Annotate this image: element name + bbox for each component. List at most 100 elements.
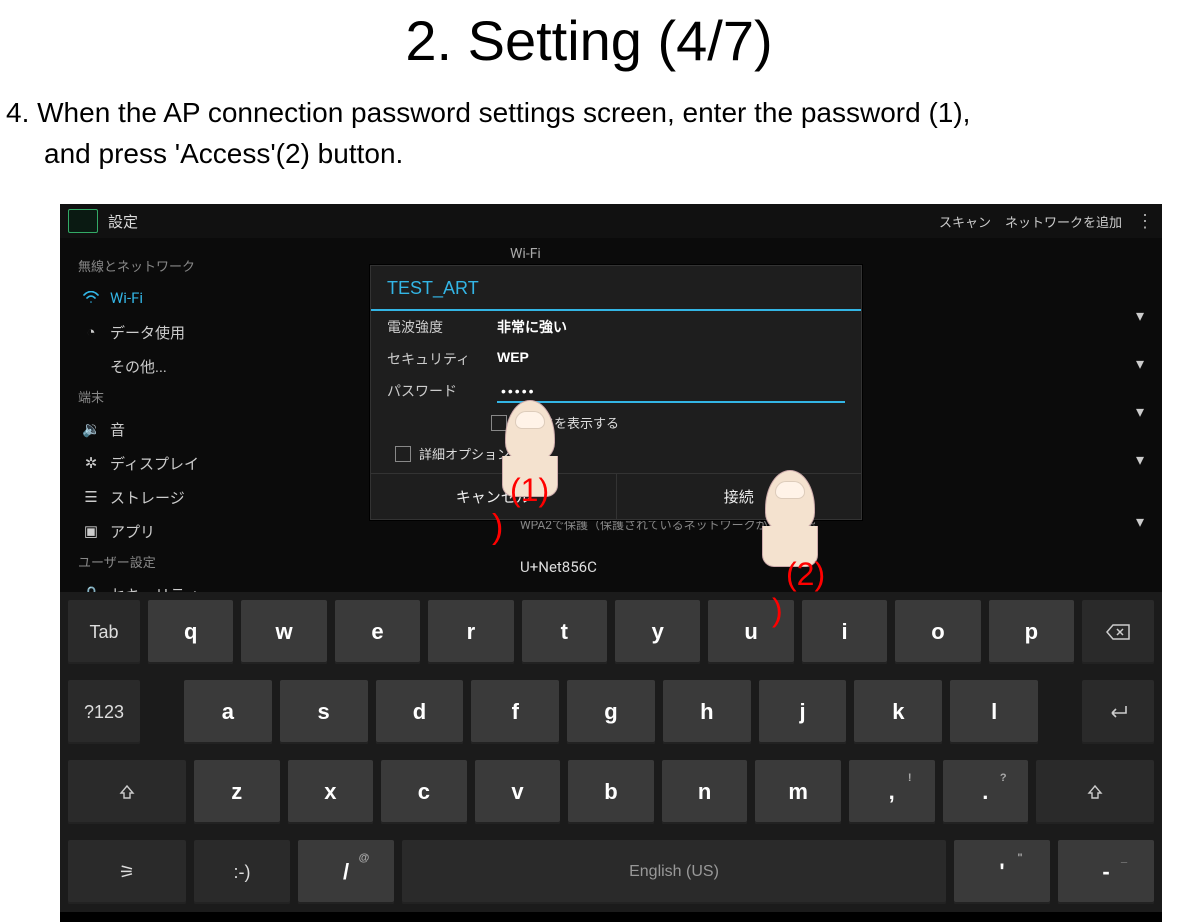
key-m[interactable]: m: [755, 760, 841, 824]
key-emoji[interactable]: :-): [194, 840, 290, 904]
globe-icon: ⚞: [119, 862, 135, 883]
key-r[interactable]: r: [428, 600, 513, 664]
key-j[interactable]: j: [759, 680, 847, 744]
key-symbols[interactable]: ?123: [68, 680, 140, 744]
key-h[interactable]: h: [663, 680, 751, 744]
sound-icon: 🔉: [82, 420, 100, 438]
key-e[interactable]: e: [335, 600, 420, 664]
key-period[interactable]: .?: [943, 760, 1029, 824]
password-input[interactable]: •••••: [497, 381, 845, 403]
key-backspace[interactable]: [1082, 600, 1154, 664]
sidebar-item-sound[interactable]: 🔉 音: [74, 412, 400, 446]
sidebar-item-data[interactable]: ◔ データ使用: [74, 315, 400, 349]
network-ssid: U+Net856C: [520, 558, 597, 576]
display-icon: ✲: [82, 454, 100, 472]
wifi-password-dialog: TEST_ART 電波強度 非常に強い セキュリティ WEP パスワード •••…: [370, 265, 862, 520]
advanced-options-row[interactable]: 詳細オプションを表: [371, 438, 861, 473]
signal-value: 非常に強い: [497, 317, 567, 337]
key-v[interactable]: v: [475, 760, 561, 824]
sidebar-item-display[interactable]: ✲ ディスプレイ: [74, 446, 400, 480]
sidebar-item-more[interactable]: その他...: [74, 349, 400, 383]
key-b[interactable]: b: [568, 760, 654, 824]
show-password-label: ワードを表示する: [515, 413, 619, 432]
connect-button[interactable]: 接続: [616, 474, 862, 519]
wifi-icon: [82, 289, 100, 307]
signal-label: 電波強度: [387, 317, 497, 337]
doc-step-line1: 4. When the AP connection password setti…: [6, 97, 970, 128]
checkbox-icon[interactable]: [491, 415, 507, 431]
action-add-network[interactable]: ネットワークを追加: [1005, 212, 1122, 231]
key-apostrophe[interactable]: '": [954, 840, 1050, 904]
dialog-title: TEST_ART: [371, 266, 861, 311]
dialog-row-security: セキュリティ WEP: [371, 343, 861, 375]
show-password-row[interactable]: ワードを表示する: [371, 409, 861, 438]
key-t[interactable]: t: [522, 600, 607, 664]
key-k[interactable]: k: [854, 680, 942, 744]
storage-icon: ☰: [82, 488, 100, 506]
sidebar-section-device: 端末: [78, 387, 400, 406]
key-comma[interactable]: ,!: [849, 760, 935, 824]
callout-2-paren: ): [772, 592, 783, 629]
app-header: 設定 スキャン ネットワークを追加 ⋮: [60, 204, 1162, 238]
key-a[interactable]: a: [184, 680, 272, 744]
key-w[interactable]: w: [241, 600, 326, 664]
sidebar-section-wireless: 無線とネットワーク: [78, 256, 400, 275]
key-o[interactable]: o: [895, 600, 980, 664]
key-y[interactable]: y: [615, 600, 700, 664]
sidebar-item-label: データ使用: [110, 322, 185, 343]
key-enter[interactable]: [1082, 680, 1154, 744]
checkbox-icon[interactable]: [395, 446, 411, 462]
wifi-signal-icon: ▾: [1136, 306, 1144, 325]
dialog-row-password: パスワード •••••: [371, 375, 861, 409]
key-p[interactable]: p: [989, 600, 1074, 664]
backspace-icon: [1105, 623, 1131, 641]
key-space[interactable]: English (US): [402, 840, 946, 904]
menu-overflow-icon[interactable]: ⋮: [1136, 211, 1154, 232]
key-x[interactable]: x: [288, 760, 374, 824]
app-title: 設定: [108, 211, 138, 232]
key-l[interactable]: l: [950, 680, 1038, 744]
shift-icon: [1087, 784, 1103, 800]
settings-sidebar: 無線とネットワーク Wi-Fi ◔ データ使用 その他... 端末 🔉 音: [60, 238, 400, 592]
key-shift-left[interactable]: [68, 760, 186, 824]
key-d[interactable]: d: [376, 680, 464, 744]
key-s[interactable]: s: [280, 680, 368, 744]
doc-title: 2. Setting (4/7): [0, 8, 1178, 73]
callout-1-paren: ): [492, 508, 503, 547]
password-label: パスワード: [387, 381, 497, 403]
key-slash[interactable]: /@: [298, 840, 394, 904]
sidebar-item-label: アプリ: [110, 521, 155, 542]
key-i[interactable]: i: [802, 600, 887, 664]
sidebar-item-label: ディスプレイ: [110, 453, 199, 474]
key-dash[interactable]: -_: [1058, 840, 1154, 904]
key-c[interactable]: c: [381, 760, 467, 824]
key-tab[interactable]: Tab: [68, 600, 140, 664]
key-n[interactable]: n: [662, 760, 748, 824]
key-shift-right[interactable]: [1036, 760, 1154, 824]
sidebar-item-label: 音: [110, 419, 125, 440]
apps-icon: ▣: [82, 522, 100, 540]
app-icon: [68, 209, 98, 233]
key-g[interactable]: g: [567, 680, 655, 744]
callout-2: (2): [786, 556, 825, 593]
doc-instruction: 4. When the AP connection password setti…: [6, 93, 1172, 174]
callout-1: (1): [510, 472, 549, 509]
sidebar-item-wifi[interactable]: Wi-Fi: [74, 281, 400, 315]
sidebar-item-label: Wi-Fi: [110, 289, 143, 307]
key-f[interactable]: f: [471, 680, 559, 744]
shift-icon: [119, 784, 135, 800]
key-q[interactable]: q: [148, 600, 233, 664]
wifi-signal-icon: ▾: [1136, 402, 1144, 421]
wifi-signal-icon: ▾: [1136, 354, 1144, 373]
data-usage-icon: ◔: [82, 323, 100, 341]
sidebar-item-apps[interactable]: ▣ アプリ: [74, 514, 400, 548]
dialog-row-signal: 電波強度 非常に強い: [371, 311, 861, 343]
wifi-signal-icon: ▾: [1136, 512, 1144, 531]
enter-icon: [1106, 704, 1130, 720]
action-scan[interactable]: スキャン: [939, 212, 991, 231]
key-language[interactable]: ⚞: [68, 840, 186, 904]
key-z[interactable]: z: [194, 760, 280, 824]
sidebar-item-storage[interactable]: ☰ ストレージ: [74, 480, 400, 514]
sidebar-item-label: ストレージ: [110, 487, 185, 508]
sidebar-section-user: ユーザー設定: [78, 552, 400, 571]
